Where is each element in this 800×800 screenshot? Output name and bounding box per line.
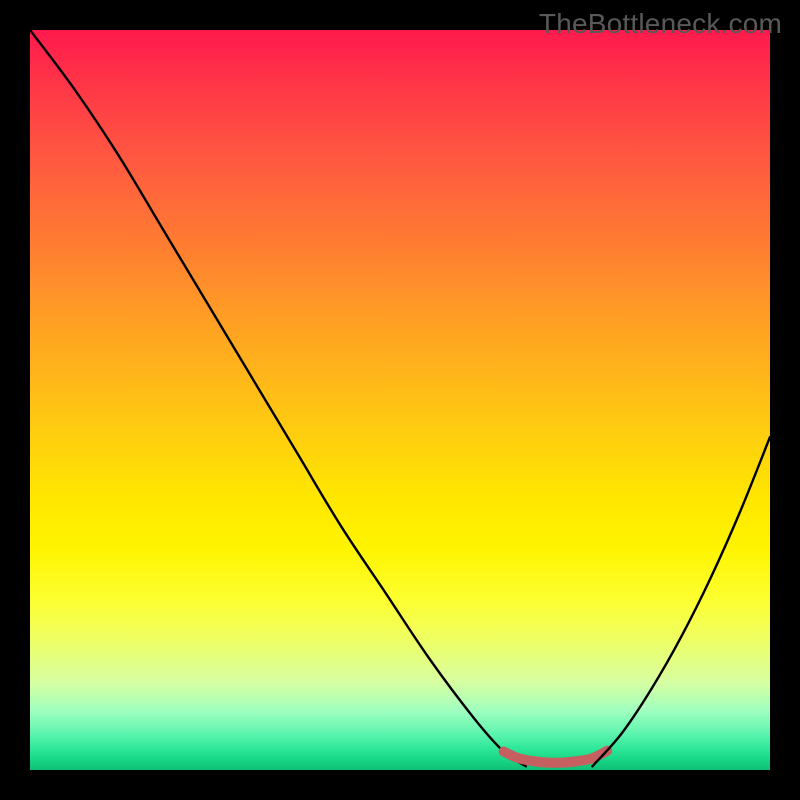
plot-area <box>30 30 770 770</box>
watermark-text: TheBottleneck.com <box>539 8 782 40</box>
chart-canvas: TheBottleneck.com <box>0 0 800 800</box>
curve-left <box>30 30 526 766</box>
curve-right <box>592 437 770 766</box>
curve-plateau <box>504 751 608 763</box>
curve-overlay <box>30 30 770 770</box>
